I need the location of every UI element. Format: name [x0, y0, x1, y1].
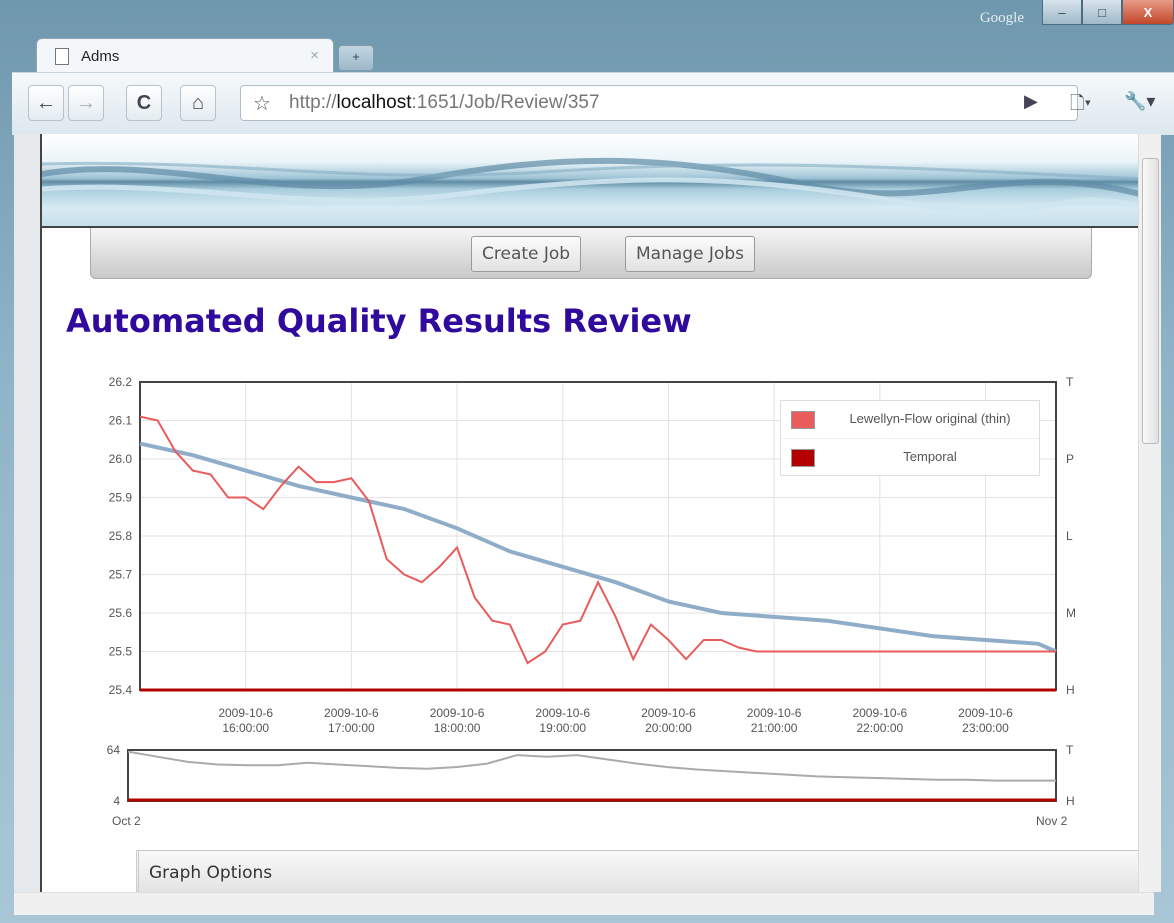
- y-tick-label: 26.1: [109, 414, 133, 428]
- url-text: http://localhost:1651/Job/Review/357: [289, 92, 600, 113]
- forward-icon[interactable]: →: [68, 85, 104, 121]
- close-window-button[interactable]: X: [1122, 0, 1174, 25]
- scrollbar-thumb[interactable]: [1142, 158, 1159, 444]
- x-tick-date: 2009-10-6: [641, 706, 696, 720]
- vertical-scrollbar[interactable]: [1138, 134, 1161, 892]
- play-icon[interactable]: ▶: [1024, 91, 1038, 112]
- bookmark-star-icon[interactable]: ☆: [253, 91, 271, 116]
- x-tick-date: 2009-10-6: [747, 706, 802, 720]
- overview-right-label: T: [1066, 743, 1074, 757]
- x-tick-time: 20:00:00: [645, 721, 692, 735]
- address-bar[interactable]: ☆ http://localhost:1651/Job/Review/357: [240, 85, 1078, 121]
- new-tab-button[interactable]: +: [338, 45, 374, 71]
- y-tick-label: 25.8: [109, 529, 133, 543]
- google-label: Google: [979, 10, 1024, 26]
- y-tick-label: 26.2: [109, 375, 133, 389]
- maximize-button[interactable]: □: [1082, 0, 1122, 25]
- horizontal-scrollbar[interactable]: [14, 892, 1154, 915]
- x-tick-time: 16:00:00: [222, 721, 269, 735]
- right-axis-label: M: [1066, 606, 1076, 620]
- back-icon[interactable]: ←: [28, 85, 64, 121]
- minimize-button[interactable]: –: [1042, 0, 1082, 25]
- y-tick-label: 25.9: [109, 491, 133, 505]
- right-axis-label: H: [1066, 683, 1075, 697]
- x-tick-date: 2009-10-6: [218, 706, 273, 720]
- charts-canvas: 26.2 26.1 26.0 25.9 25.8 25.7 25.6 25.5 25.4 2009…: [107, 375, 1076, 828]
- legend-item-thin[interactable]: Lewellyn-Flow original (thin): [781, 401, 1039, 439]
- page-viewport: Create Job Manage Jobs Automated Quality…: [14, 134, 1154, 892]
- legend-swatch-thin: [791, 411, 815, 429]
- x-tick-time: 18:00:00: [434, 721, 481, 735]
- graph-options-panel[interactable]: Graph Options: [136, 850, 1154, 892]
- overview-y-tick-label: 64: [107, 743, 121, 757]
- x-tick-date: 2009-10-6: [852, 706, 907, 720]
- legend-swatch-temporal: [791, 449, 815, 467]
- legend-label-thin: Lewellyn-Flow original (thin): [849, 411, 1011, 426]
- y-tick-label: 25.4: [109, 683, 133, 697]
- x-tick-time: 17:00:00: [328, 721, 375, 735]
- page-icon: [55, 48, 69, 65]
- graph-options-label: Graph Options: [149, 863, 273, 883]
- overview-x-label-end: Nov 2: [1036, 814, 1068, 828]
- overview-x-label-start: Oct 2: [112, 814, 141, 828]
- wrench-icon[interactable]: 🔧▾: [1124, 91, 1155, 112]
- home-icon[interactable]: ⌂: [180, 85, 216, 121]
- x-tick-date: 2009-10-6: [958, 706, 1013, 720]
- chart-legend: Lewellyn-Flow original (thin) Temporal: [780, 400, 1040, 476]
- x-tick-date: 2009-10-6: [430, 706, 485, 720]
- y-tick-label: 25.6: [109, 606, 133, 620]
- x-tick-date: 2009-10-6: [324, 706, 379, 720]
- page-content: Create Job Manage Jobs Automated Quality…: [40, 134, 1154, 892]
- x-tick-time: 22:00:00: [856, 721, 903, 735]
- legend-label-temporal: Temporal: [903, 449, 957, 464]
- page-menu-icon[interactable]: 🗋▾: [1070, 91, 1091, 121]
- tab-close-icon[interactable]: ×: [310, 47, 319, 64]
- x-tick-time: 23:00:00: [962, 721, 1009, 735]
- x-tick-time: 19:00:00: [539, 721, 586, 735]
- right-axis-label: T: [1066, 375, 1074, 389]
- y-tick-label: 25.5: [109, 645, 133, 659]
- window-controls: – □ X: [1042, 0, 1174, 25]
- reload-icon[interactable]: C: [126, 85, 162, 121]
- y-tick-label: 25.7: [109, 568, 133, 582]
- legend-item-temporal[interactable]: Temporal: [781, 439, 1039, 476]
- y-tick-label: 26.0: [109, 452, 133, 466]
- overview-series-line: [127, 750, 1056, 782]
- x-tick-date: 2009-10-6: [535, 706, 590, 720]
- tab-title: Adms: [81, 48, 120, 65]
- overview-right-label: H: [1066, 794, 1075, 808]
- browser-tab[interactable]: Adms ×: [36, 38, 334, 73]
- right-axis-label: L: [1066, 529, 1073, 543]
- x-tick-time: 21:00:00: [751, 721, 798, 735]
- right-axis-label: P: [1066, 452, 1074, 466]
- overview-y-tick-label: 4: [113, 794, 120, 808]
- browser-toolbar: ← → C ⌂ ☆ http://localhost:1651/Job/Revi…: [12, 72, 1174, 135]
